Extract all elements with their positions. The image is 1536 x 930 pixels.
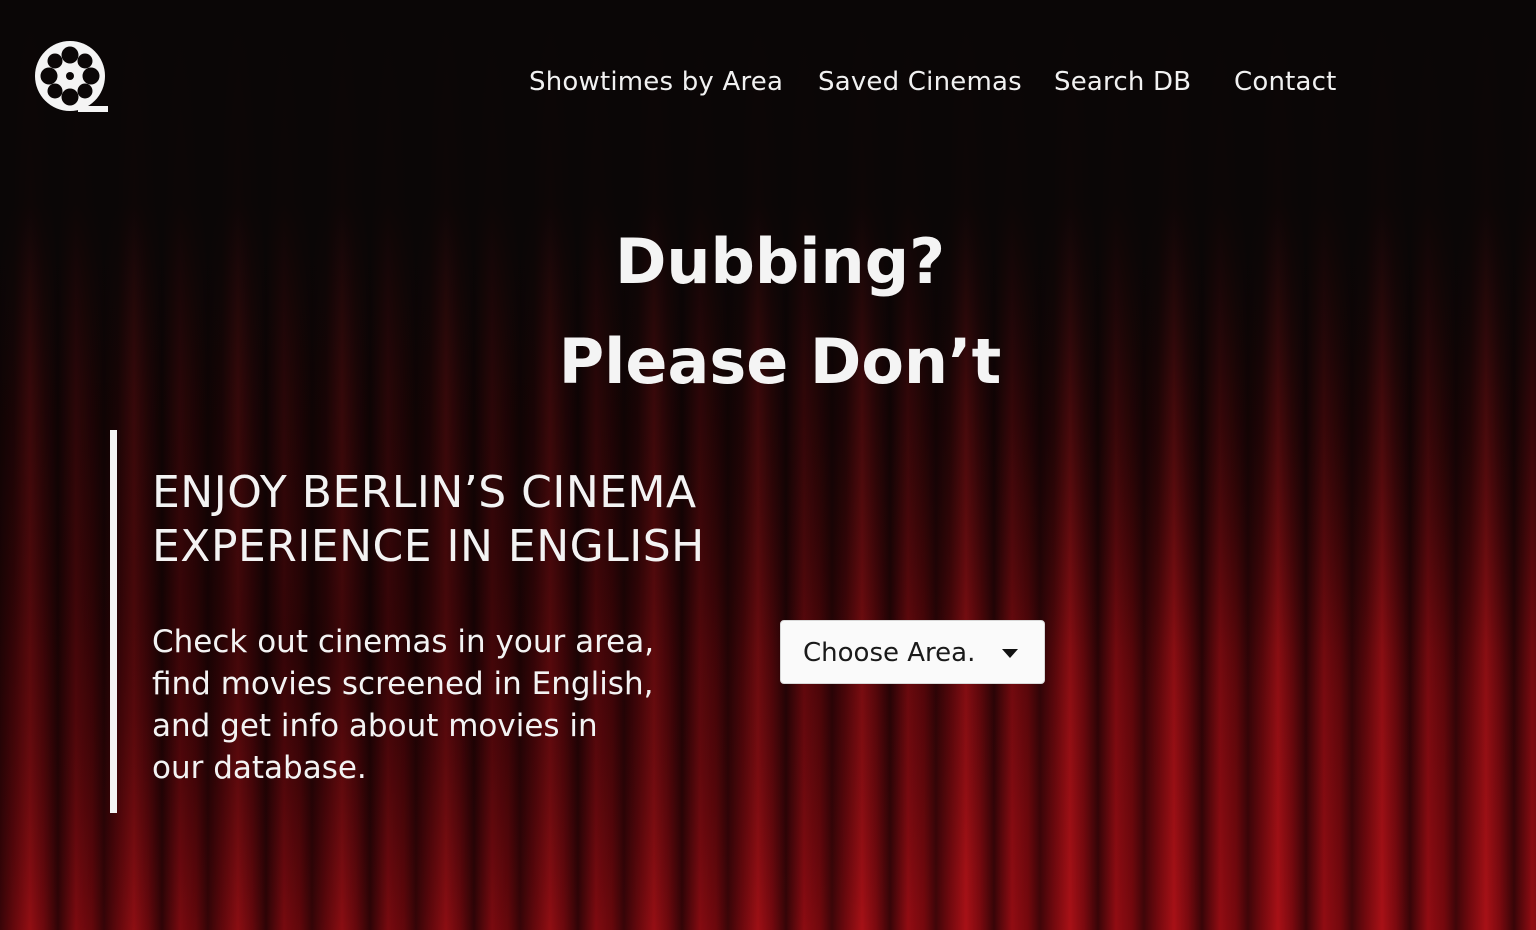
tagline-line: EXPERIENCE IN ENGLISH xyxy=(152,521,705,572)
blurb-line: find movies screened in English, xyxy=(152,666,654,702)
blurb-line: and get info about movies in xyxy=(152,708,598,744)
choose-area-label: Choose Area. xyxy=(803,638,976,668)
nav-search-db[interactable]: Search DB xyxy=(1054,64,1191,100)
caret-down-icon xyxy=(1002,649,1018,658)
hero-title-line2: Please Don’t xyxy=(558,325,1002,398)
choose-area-dropdown[interactable]: Choose Area. xyxy=(780,620,1045,684)
accent-bar xyxy=(110,430,117,813)
landing-page: Showtimes by Area Saved Cinemas Search D… xyxy=(0,0,1536,930)
hero-title-line1: Dubbing? xyxy=(614,225,946,298)
tagline: ENJOY BERLIN’S CINEMA EXPERIENCE IN ENGL… xyxy=(152,466,772,574)
nav-showtimes-by-area[interactable]: Showtimes by Area xyxy=(529,64,783,100)
intro-blurb: Check out cinemas in your area, find mov… xyxy=(152,621,692,789)
blurb-line: our database. xyxy=(152,750,367,786)
nav-contact[interactable]: Contact xyxy=(1234,64,1337,100)
blurb-line: Check out cinemas in your area, xyxy=(152,624,655,660)
main-nav: Showtimes by Area Saved Cinemas Search D… xyxy=(0,64,1536,100)
tagline-line: ENJOY BERLIN’S CINEMA xyxy=(152,467,697,518)
nav-saved-cinemas[interactable]: Saved Cinemas xyxy=(818,64,1022,100)
curtain-shadow-overlay xyxy=(0,0,1536,930)
